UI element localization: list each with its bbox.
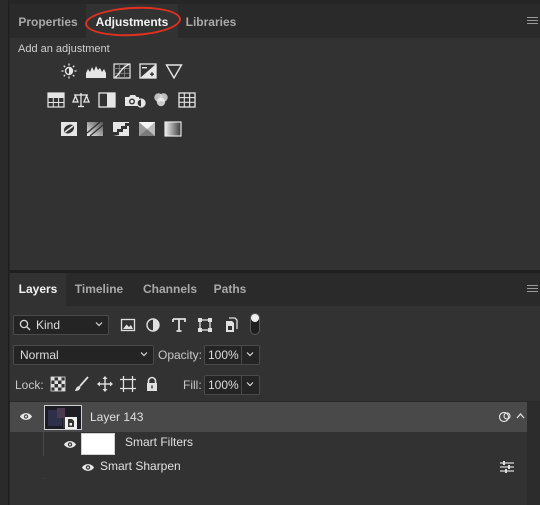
channel-mixer-icon[interactable] xyxy=(152,92,170,108)
tab-timeline[interactable]: Timeline xyxy=(66,273,132,306)
hue-saturation-icon[interactable] xyxy=(47,92,65,108)
lock-label: Lock: xyxy=(15,378,44,392)
layers-panel-menu-icon[interactable] xyxy=(527,285,538,294)
smart-object-badge-icon xyxy=(65,417,77,429)
invert-icon[interactable] xyxy=(60,121,78,137)
filter-smart-object-icon[interactable] xyxy=(223,317,239,333)
adjustments-title: Add an adjustment xyxy=(18,43,110,55)
filter-kind-select[interactable]: Kind xyxy=(13,315,109,335)
chevron-down-icon xyxy=(140,352,148,357)
curves-icon[interactable] xyxy=(113,63,131,79)
levels-icon[interactable] xyxy=(85,63,107,79)
opacity-label: Opacity: xyxy=(158,348,203,362)
filter-type-layer-icon[interactable] xyxy=(171,317,187,333)
eye-icon[interactable] xyxy=(81,462,95,473)
top-tab-bar: Properties Adjustments Libraries xyxy=(10,4,540,39)
eye-icon[interactable] xyxy=(63,439,77,450)
filter-toggle-switch[interactable] xyxy=(250,313,260,335)
threshold-icon[interactable] xyxy=(112,121,130,137)
chevron-down-icon xyxy=(95,322,103,327)
color-balance-icon[interactable] xyxy=(72,92,90,108)
color-lookup-icon[interactable] xyxy=(178,92,196,108)
gradient-map-icon[interactable] xyxy=(164,121,182,137)
smart-object-link-icon[interactable] xyxy=(498,410,512,424)
filter-adjustment-layer-icon[interactable] xyxy=(145,317,161,333)
left-dock-strip xyxy=(0,0,9,505)
lock-artboard-icon[interactable] xyxy=(120,376,136,392)
panel-menu-icon[interactable] xyxy=(527,17,538,26)
lock-image-pixels-icon[interactable] xyxy=(74,376,90,392)
layer-row[interactable]: Layer 143 xyxy=(10,402,527,432)
photo-filter-icon[interactable] xyxy=(124,92,146,108)
brightness-contrast-icon[interactable] xyxy=(60,63,78,79)
tab-paths[interactable]: Paths xyxy=(206,273,254,306)
opacity-field[interactable]: 100% xyxy=(204,345,260,365)
smart-filters-label: Smart Filters xyxy=(125,435,194,449)
tab-libraries[interactable]: Libraries xyxy=(178,4,244,38)
smart-filter-row[interactable]: Smart Sharpen xyxy=(10,456,527,478)
selective-color-icon[interactable] xyxy=(138,121,156,137)
exposure-icon[interactable] xyxy=(139,63,157,79)
chevron-down-icon xyxy=(246,352,254,357)
smart-filters-row[interactable]: Smart Filters xyxy=(10,432,527,456)
layers-panel: Layers Timeline Channels Paths Kind Norm… xyxy=(10,273,540,505)
fill-label: Fill: xyxy=(183,378,202,392)
chevron-up-icon[interactable] xyxy=(516,412,525,420)
blend-mode-value: Normal xyxy=(20,348,59,362)
layer-name[interactable]: Layer 143 xyxy=(90,410,143,424)
black-white-icon[interactable] xyxy=(98,92,116,108)
filter-kind-value: Kind xyxy=(36,318,61,332)
layers-scrollbar[interactable] xyxy=(527,402,540,505)
posterize-icon[interactable] xyxy=(86,121,104,137)
chevron-down-icon xyxy=(246,382,254,387)
tab-channels[interactable]: Channels xyxy=(136,273,204,306)
blend-mode-select[interactable]: Normal xyxy=(13,345,154,365)
opacity-value: 100% xyxy=(208,348,239,362)
adjustments-panel: Properties Adjustments Libraries Add an … xyxy=(10,4,540,270)
smart-filter-name: Smart Sharpen xyxy=(100,459,181,473)
vibrance-icon[interactable] xyxy=(165,63,183,79)
filter-shape-layer-icon[interactable] xyxy=(197,317,213,333)
eye-icon[interactable] xyxy=(19,411,33,422)
app-window: Properties Adjustments Libraries Add an … xyxy=(0,0,540,505)
layers-tab-bar: Layers Timeline Channels Paths xyxy=(10,273,540,306)
smart-filter-mask-thumbnail[interactable] xyxy=(81,433,115,455)
lock-transparent-pixels-icon[interactable] xyxy=(50,376,66,392)
filter-pixel-layer-icon[interactable] xyxy=(120,317,136,333)
lock-all-icon[interactable] xyxy=(144,376,160,392)
search-icon xyxy=(19,319,31,331)
tab-layers[interactable]: Layers xyxy=(10,273,66,306)
fill-field[interactable]: 100% xyxy=(204,375,260,395)
lock-position-icon[interactable] xyxy=(97,376,113,392)
filter-blending-options-icon[interactable] xyxy=(500,461,514,473)
fill-value: 100% xyxy=(208,378,239,392)
tab-properties[interactable]: Properties xyxy=(10,4,86,38)
